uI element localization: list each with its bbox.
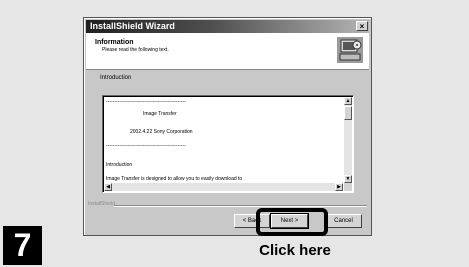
step-number: 7 [3,226,42,265]
section-label: Introduction [100,75,132,81]
header-subtitle: Please read the following text. [102,47,169,53]
close-button[interactable]: × [356,21,368,31]
window-title: InstallShield Wizard [90,21,175,31]
scroll-right-icon[interactable]: ▶ [335,183,343,191]
copyright-line: 2002.4.22 Sony Corporation [130,129,193,135]
next-button-highlight [256,208,328,236]
wizard-header: Information Please read the following te… [86,33,369,70]
click-here-callout: Click here [259,242,331,259]
separator-line: ----------------------------------------… [106,143,186,149]
title-bar[interactable]: InstallShield Wizard × [86,20,369,33]
vertical-scrollbar[interactable]: ▲ ▼ [344,97,352,183]
scroll-up-icon[interactable]: ▲ [344,97,352,105]
separator-line: ----------------------------------------… [106,99,186,105]
scroll-down-icon[interactable]: ▼ [344,175,352,183]
installshield-wizard-dialog: InstallShield Wizard × Information Pleas… [83,17,372,236]
scrollbar-corner [344,183,352,191]
scroll-left-icon[interactable]: ◀ [104,183,112,191]
footer-divider [114,205,367,207]
description-line: Image Transfer is designed to allow you … [106,176,243,182]
cancel-button[interactable]: Cancel [325,214,362,228]
scroll-thumb[interactable] [344,106,352,120]
readme-text-area[interactable]: ----------------------------------------… [102,95,354,193]
introduction-line: Introduction [106,162,133,168]
installshield-brand: InstallShield [88,201,115,207]
header-title: Information [95,39,134,46]
horizontal-scrollbar[interactable]: ◀ ▶ [104,183,343,191]
installer-computer-icon [337,37,363,63]
product-name-line: Image Transfer [143,111,177,117]
